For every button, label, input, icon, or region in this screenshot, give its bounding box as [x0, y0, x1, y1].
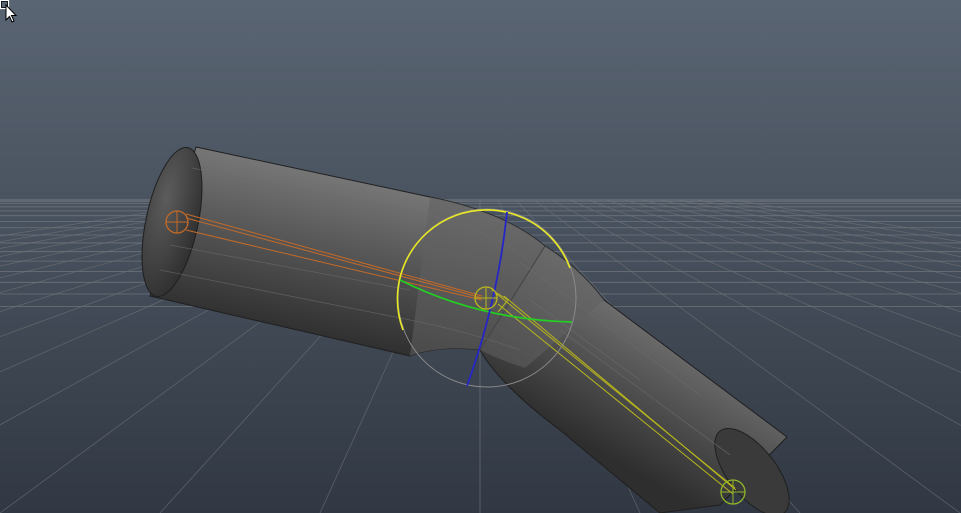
root-joint[interactable]	[165, 210, 189, 234]
viewport-canvas[interactable]	[0, 0, 961, 513]
arrow-with-box-cursor-icon	[0, 0, 18, 23]
end-joint[interactable]	[720, 479, 746, 505]
mid-joint[interactable]	[474, 286, 498, 310]
3d-viewport[interactable]	[0, 0, 961, 513]
